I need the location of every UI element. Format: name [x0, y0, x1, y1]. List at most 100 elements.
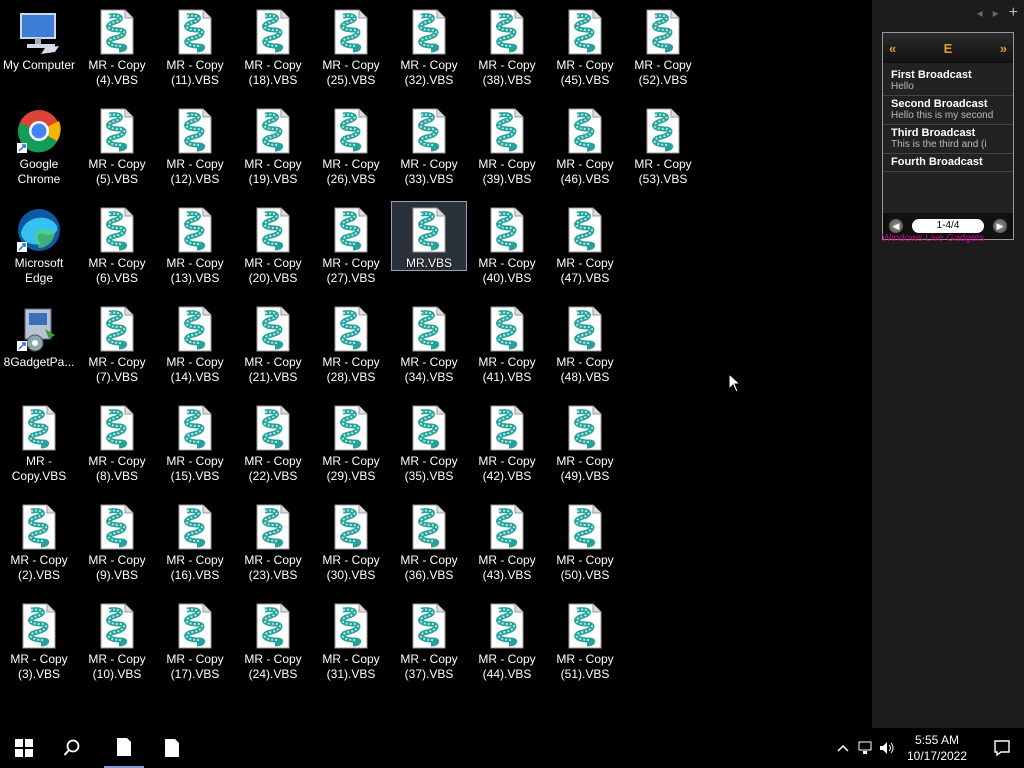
desktop-icon-vbs-file[interactable]: MR - Copy (21).VBS — [236, 301, 310, 385]
vbs-script-icon — [100, 207, 134, 253]
broadcast-gadget[interactable]: « E » First Broadcast Hello Second Broadca… — [882, 32, 1014, 240]
desktop-icon-vbs-file[interactable]: MR - Copy (45).VBS — [548, 4, 622, 88]
desktop-icon-chrome[interactable]: Google Chrome — [2, 103, 76, 187]
desktop-icon-vbs-file[interactable]: MR - Copy (29).VBS — [314, 400, 388, 484]
desktop-icon-vbs-file[interactable]: MR - Copy (10).VBS — [80, 598, 154, 682]
desktop-icon-vbs-file[interactable]: MR - Copy (27).VBS — [314, 202, 388, 286]
taskbar-app-notepad-active[interactable] — [104, 728, 144, 768]
desktop-icon-vbs-file[interactable]: MR - Copy (53).VBS — [626, 103, 700, 187]
desktop-icon-vbs-file[interactable]: MR - Copy (15).VBS — [158, 400, 232, 484]
chevron-up-icon[interactable] — [832, 728, 854, 768]
desktop-icon-vbs-file[interactable]: MR - Copy (8).VBS — [80, 400, 154, 484]
desktop-icon-vbs-file[interactable]: MR - Copy (36).VBS — [392, 499, 466, 583]
notification-center-icon[interactable] — [980, 728, 1024, 768]
desktop-icon-computer[interactable]: My Computer — [2, 4, 76, 73]
desktop-icon-vbs-file[interactable]: MR - Copy (52).VBS — [626, 4, 700, 88]
desktop-icon-vbs-file[interactable]: MR - Copy (17).VBS — [158, 598, 232, 682]
desktop-icon-label: MR - Copy (24).VBS — [244, 652, 302, 681]
desktop-icon-vbs-file[interactable]: MR - Copy (25).VBS — [314, 4, 388, 88]
sidebar-next-button[interactable]: ▸ — [993, 6, 999, 20]
gadget-prev-page-icon[interactable]: ◀ — [889, 219, 903, 233]
broadcast-item[interactable]: First Broadcast Hello — [883, 67, 1013, 96]
desktop-icon-vbs-file[interactable]: MR - Copy (28).VBS — [314, 301, 388, 385]
desktop-icon-label: MR - Copy (5).VBS — [88, 157, 146, 186]
broadcast-item[interactable]: Fourth Broadcast — [883, 154, 1013, 172]
desktop-icon-vbs-file[interactable]: MR - Copy (37).VBS — [392, 598, 466, 682]
desktop-icon-vbs-file[interactable]: MR - Copy (26).VBS — [314, 103, 388, 187]
taskbar-app-notepad[interactable] — [152, 728, 192, 768]
volume-icon[interactable] — [876, 728, 898, 768]
desktop-icon-label: MR - Copy (13).VBS — [166, 256, 224, 285]
vbs-script-icon — [178, 9, 212, 55]
broadcast-title: Third Broadcast — [891, 127, 976, 139]
desktop-icon-vbs-file[interactable]: MR - Copy (3).VBS — [2, 598, 76, 682]
desktop-icon-vbs-file[interactable]: MR - Copy (20).VBS — [236, 202, 310, 286]
desktop-icon-vbs-file[interactable]: MR - Copy (2).VBS — [2, 499, 76, 583]
vbs-script-icon — [334, 603, 368, 649]
desktop-icon-vbs-file[interactable]: MR - Copy (35).VBS — [392, 400, 466, 484]
start-button[interactable] — [0, 728, 48, 768]
desktop-icon-vbs-file[interactable]: MR - Copy (34).VBS — [392, 301, 466, 385]
desktop-icon-installer[interactable]: 8GadgetPa... — [2, 301, 76, 370]
desktop-icon-vbs-file[interactable]: MR - Copy (12).VBS — [158, 103, 232, 187]
clock[interactable]: 5:55 AM 10/17/2022 — [904, 732, 970, 764]
desktop-icon-vbs-file[interactable]: MR - Copy (24).VBS — [236, 598, 310, 682]
desktop-icon-vbs-file[interactable]: MR - Copy (16).VBS — [158, 499, 232, 583]
desktop-icon-vbs-file[interactable]: MR - Copy (48).VBS — [548, 301, 622, 385]
desktop-icon-vbs-file[interactable]: MR - Copy (38).VBS — [470, 4, 544, 88]
desktop-icon-vbs-file[interactable]: MR - Copy (49).VBS — [548, 400, 622, 484]
desktop-icon-vbs-file[interactable]: MR - Copy (42).VBS — [470, 400, 544, 484]
desktop-icon-vbs-file[interactable]: MR - Copy (5).VBS — [80, 103, 154, 187]
desktop-icon-vbs-file[interactable]: MR - Copy (30).VBS — [314, 499, 388, 583]
vbs-script-icon — [490, 9, 524, 55]
desktop-icon-vbs-file[interactable]: MR - Copy (47).VBS — [548, 202, 622, 286]
gadget-next-feed-button[interactable]: » — [1000, 41, 1007, 56]
desktop-icon-label: MR - Copy (10).VBS — [88, 652, 146, 681]
desktop-icon-label: MR - Copy (27).VBS — [322, 256, 380, 285]
desktop-icon-vbs-file[interactable]: MR - Copy (4).VBS — [80, 4, 154, 88]
desktop-icon-vbs-file[interactable]: MR - Copy (23).VBS — [236, 499, 310, 583]
vbs-script-icon — [22, 603, 56, 649]
desktop-icon-vbs-file[interactable]: MR - Copy (33).VBS — [392, 103, 466, 187]
broadcast-title: First Broadcast — [891, 69, 972, 81]
desktop-icon-label: MR.VBS — [405, 256, 452, 270]
vbs-script-icon — [256, 603, 290, 649]
desktop-icon-vbs-file[interactable]: MR - Copy (39).VBS — [470, 103, 544, 187]
desktop-icon-vbs-file[interactable]: MR - Copy (18).VBS — [236, 4, 310, 88]
desktop-icon-label: MR - Copy (51).VBS — [556, 652, 614, 681]
sidebar-add-gadget-button[interactable]: + — [1009, 5, 1018, 21]
desktop-icon-edge[interactable]: Microsoft Edge — [2, 202, 76, 286]
desktop-icon-vbs-file[interactable]: MR - Copy (22).VBS — [236, 400, 310, 484]
broadcast-item[interactable]: Third Broadcast This is the third and (i — [883, 125, 1013, 154]
desktop-icon-vbs-file[interactable]: MR - Copy (44).VBS — [470, 598, 544, 682]
desktop-icon-vbs-file[interactable]: MR - Copy (6).VBS — [80, 202, 154, 286]
desktop-icon-vbs-file[interactable]: MR - Copy (32).VBS — [392, 4, 466, 88]
sidebar-prev-button[interactable]: ◂ — [977, 6, 983, 20]
desktop-icon-vbs-file[interactable]: MR - Copy (50).VBS — [548, 499, 622, 583]
desktop-icon-vbs-file[interactable]: MR - Copy (14).VBS — [158, 301, 232, 385]
desktop-icon-vbs-file[interactable]: MR - Copy (43).VBS — [470, 499, 544, 583]
desktop-icon-vbs-file[interactable]: MR - Copy (19).VBS — [236, 103, 310, 187]
vbs-script-icon — [100, 504, 134, 550]
broadcast-item[interactable]: Second Broadcast Hello this is my second — [883, 96, 1013, 125]
desktop-icon-vbs-file[interactable]: MR - Copy (40).VBS — [470, 202, 544, 286]
desktop-icon-vbs-file[interactable]: MR - Copy.VBS — [2, 400, 76, 484]
search-button[interactable] — [48, 728, 96, 768]
desktop[interactable]: My Computer Google Chrome Microsoft Edge 8G… — [0, 0, 872, 728]
desktop-icon-vbs-file[interactable]: MR - Copy (7).VBS — [80, 301, 154, 385]
desktop-icon-vbs-file[interactable]: MR - Copy (11).VBS — [158, 4, 232, 88]
desktop-icon-vbs-file[interactable]: MR - Copy (13).VBS — [158, 202, 232, 286]
desktop-icon-vbs-file[interactable]: MR - Copy (31).VBS — [314, 598, 388, 682]
vbs-script-icon — [568, 603, 602, 649]
desktop-icon-vbs-file[interactable]: MR - Copy (46).VBS — [548, 103, 622, 187]
desktop-icon-vbs-file[interactable]: MR - Copy (41).VBS — [470, 301, 544, 385]
desktop-icon-label: MR - Copy (46).VBS — [556, 157, 614, 186]
desktop-icon-label: MR - Copy (31).VBS — [322, 652, 380, 681]
desktop-icon-vbs-file[interactable]: MR - Copy (9).VBS — [80, 499, 154, 583]
gadget-prev-feed-button[interactable]: « — [889, 41, 896, 56]
desktop-icon-vbs-file[interactable]: MR.VBS — [391, 201, 467, 271]
desktop-icon-vbs-file[interactable]: MR - Copy (51).VBS — [548, 598, 622, 682]
desktop-icon-label: MR - Copy (9).VBS — [88, 553, 146, 582]
gadget-next-page-icon[interactable]: ▶ — [993, 219, 1007, 233]
network-icon[interactable] — [854, 728, 876, 768]
